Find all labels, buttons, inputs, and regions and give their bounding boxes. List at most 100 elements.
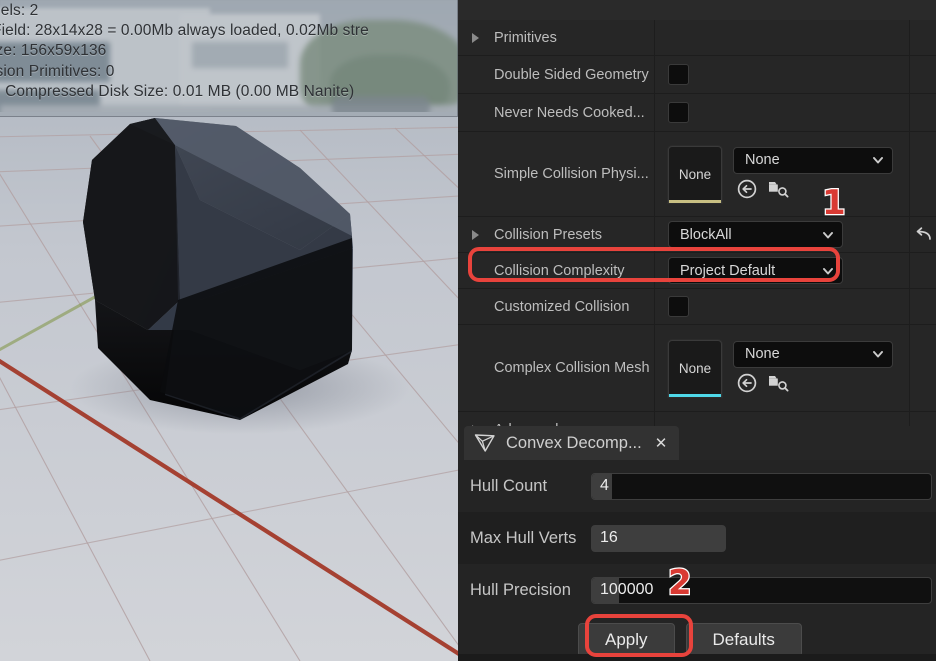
row-customized-collision-label-cell: Customized Collision — [458, 289, 655, 324]
row-collision-complexity-value: Project Default — [655, 253, 909, 288]
complex-collision-mesh-thumbnail-text: None — [678, 360, 712, 376]
stats-line-1: Field: 28x14x28 = 0.00Mb always loaded, … — [0, 22, 369, 40]
row-primitives[interactable]: Primitives — [458, 20, 936, 56]
simple-collision-controls: None — [733, 146, 893, 202]
convex-decomposition-icon — [474, 434, 495, 452]
row-complex-collision-mesh-label-cell: Complex Collision Mesh — [458, 325, 655, 411]
simple-collision-thumbnail-text: None — [678, 166, 712, 182]
hull-count-value: 4 — [600, 477, 609, 494]
row-customized-collision-label: Customized Collision — [494, 298, 630, 315]
row-customized-collision-tail — [909, 289, 936, 324]
field-row-hull-count: Hull Count 4 — [458, 460, 936, 512]
chevron-down-icon — [873, 157, 883, 164]
row-collision-complexity-label-cell: Collision Complexity — [458, 253, 655, 288]
browse-folder-search-icon[interactable] — [767, 178, 791, 200]
never-needs-cooked-checkbox[interactable] — [668, 102, 689, 123]
field-row-max-hull-verts: Max Hull Verts 16 — [458, 512, 936, 564]
chevron-right-icon[interactable] — [472, 32, 479, 43]
row-double-sided-geometry-label-cell: Double Sided Geometry — [458, 56, 655, 93]
browse-to-asset-icon[interactable] — [736, 178, 758, 200]
row-collision-presets-label: Collision Presets — [494, 226, 602, 243]
row-complex-collision-mesh-value: None None — [655, 325, 909, 411]
close-icon[interactable]: ✕ — [655, 434, 668, 452]
browse-to-asset-icon[interactable] — [736, 372, 758, 394]
collision-complexity-value: Project Default — [680, 262, 776, 279]
complex-collision-mesh-thumbnail[interactable]: None — [668, 339, 722, 397]
collision-complexity-dropdown[interactable]: Project Default — [668, 257, 843, 284]
panel-bottom-strip — [458, 654, 936, 661]
row-collision-complexity[interactable]: Collision Complexity Project Default — [458, 253, 936, 289]
row-simple-collision-label: Simple Collision Physi... — [494, 166, 649, 182]
row-never-needs-cooked[interactable]: Never Needs Cooked... — [458, 94, 936, 132]
complex-collision-mesh-controls: None — [733, 340, 893, 396]
hull-precision-value: 100000 — [600, 581, 654, 598]
convex-decomposition-tab[interactable]: Convex Decomp... ✕ — [464, 426, 680, 460]
stats-line-3: ision Primitives: 0 — [0, 62, 115, 80]
chevron-right-icon[interactable] — [472, 229, 479, 240]
details-rows: Primitives Double Sided Geometry Never N… — [458, 20, 936, 448]
row-simple-collision-tail — [909, 132, 936, 216]
double-sided-geometry-checkbox[interactable] — [668, 64, 689, 85]
collision-presets-dropdown[interactable]: BlockAll — [668, 221, 843, 248]
complex-collision-mesh-icons — [733, 370, 893, 396]
max-hull-verts-value: 16 — [600, 529, 618, 546]
chevron-down-icon — [873, 351, 883, 358]
mesh-editor-viewport[interactable]: nels: 2 Field: 28x14x28 = 0.00Mb always … — [0, 0, 458, 661]
row-never-needs-cooked-label: Never Needs Cooked... — [494, 104, 645, 121]
reset-to-default-icon[interactable] — [913, 226, 933, 244]
row-collision-presets-value: BlockAll — [655, 217, 909, 252]
row-double-sided-geometry[interactable]: Double Sided Geometry — [458, 56, 936, 94]
stats-line-4: d Compressed Disk Size: 0.01 MB (0.00 MB… — [0, 82, 355, 100]
field-row-hull-precision: Hull Precision 100000 — [458, 564, 936, 616]
complex-collision-mesh-value: None — [745, 346, 780, 362]
row-collision-presets-label-cell: Collision Presets — [458, 217, 655, 252]
stats-line-0: nels: 2 — [0, 2, 39, 19]
row-complex-collision-mesh[interactable]: Complex Collision Mesh None None — [458, 325, 936, 412]
chevron-down-icon — [823, 231, 833, 238]
simple-collision-asset-icons — [733, 176, 893, 202]
row-primitives-label: Primitives — [494, 29, 557, 46]
stats-line-2: ize: 156x59x136 — [0, 42, 107, 60]
row-double-sided-geometry-label: Double Sided Geometry — [494, 66, 649, 83]
row-never-needs-cooked-value — [655, 94, 909, 131]
row-collision-complexity-tail — [909, 253, 936, 288]
details-panel-header — [458, 0, 936, 20]
simple-collision-asset-dropdown[interactable]: None — [733, 146, 893, 174]
row-primitives-label-cell: Primitives — [458, 20, 655, 55]
convex-decomposition-panel: Convex Decomp... ✕ Hull Count 4 Max Hull… — [458, 426, 936, 661]
defaults-button[interactable]: Defaults — [685, 623, 802, 657]
row-simple-collision-physical-material[interactable]: Simple Collision Physi... None None — [458, 132, 936, 217]
viewport-stats-overlay: nels: 2 Field: 28x14x28 = 0.00Mb always … — [0, 0, 458, 117]
apply-button[interactable]: Apply — [578, 623, 675, 657]
max-hull-verts-input[interactable]: 16 — [591, 524, 726, 552]
row-complex-collision-mesh-tail — [909, 325, 936, 411]
application-window: nels: 2 Field: 28x14x28 = 0.00Mb always … — [0, 0, 936, 661]
simple-collision-asset-value: None — [745, 152, 780, 168]
max-hull-verts-label: Max Hull Verts — [470, 528, 577, 547]
convex-decomposition-body: Hull Count 4 Max Hull Verts 16 Hull Prec… — [458, 460, 936, 661]
complex-collision-mesh-dropdown[interactable]: None — [733, 340, 893, 368]
row-customized-collision-value — [655, 289, 909, 324]
hull-precision-input[interactable]: 100000 — [591, 576, 932, 604]
row-simple-collision-value: None None — [655, 132, 909, 216]
complex-collision-mesh-thumbnail-underline — [669, 393, 721, 397]
browse-folder-search-icon[interactable] — [767, 372, 791, 394]
row-collision-presets[interactable]: Collision Presets BlockAll — [458, 217, 936, 253]
row-customized-collision[interactable]: Customized Collision — [458, 289, 936, 325]
chevron-down-icon — [823, 267, 833, 274]
convex-decomposition-tab-title: Convex Decomp... — [506, 433, 642, 452]
customized-collision-checkbox[interactable] — [668, 296, 689, 317]
row-primitives-tail — [909, 20, 936, 55]
row-primitives-value — [655, 20, 909, 55]
row-never-needs-cooked-label-cell: Never Needs Cooked... — [458, 94, 655, 131]
row-collision-presets-tail — [909, 217, 936, 252]
row-simple-collision-label-cell: Simple Collision Physi... — [458, 132, 655, 216]
hull-precision-label: Hull Precision — [470, 580, 571, 599]
hull-count-input[interactable]: 4 — [591, 472, 932, 500]
hull-count-label: Hull Count — [470, 476, 548, 495]
simple-collision-thumbnail-underline — [669, 199, 721, 203]
row-complex-collision-mesh-label: Complex Collision Mesh — [494, 360, 650, 376]
simple-collision-thumbnail[interactable]: None — [668, 145, 722, 203]
row-collision-complexity-label: Collision Complexity — [494, 262, 625, 279]
row-double-sided-geometry-tail — [909, 56, 936, 93]
